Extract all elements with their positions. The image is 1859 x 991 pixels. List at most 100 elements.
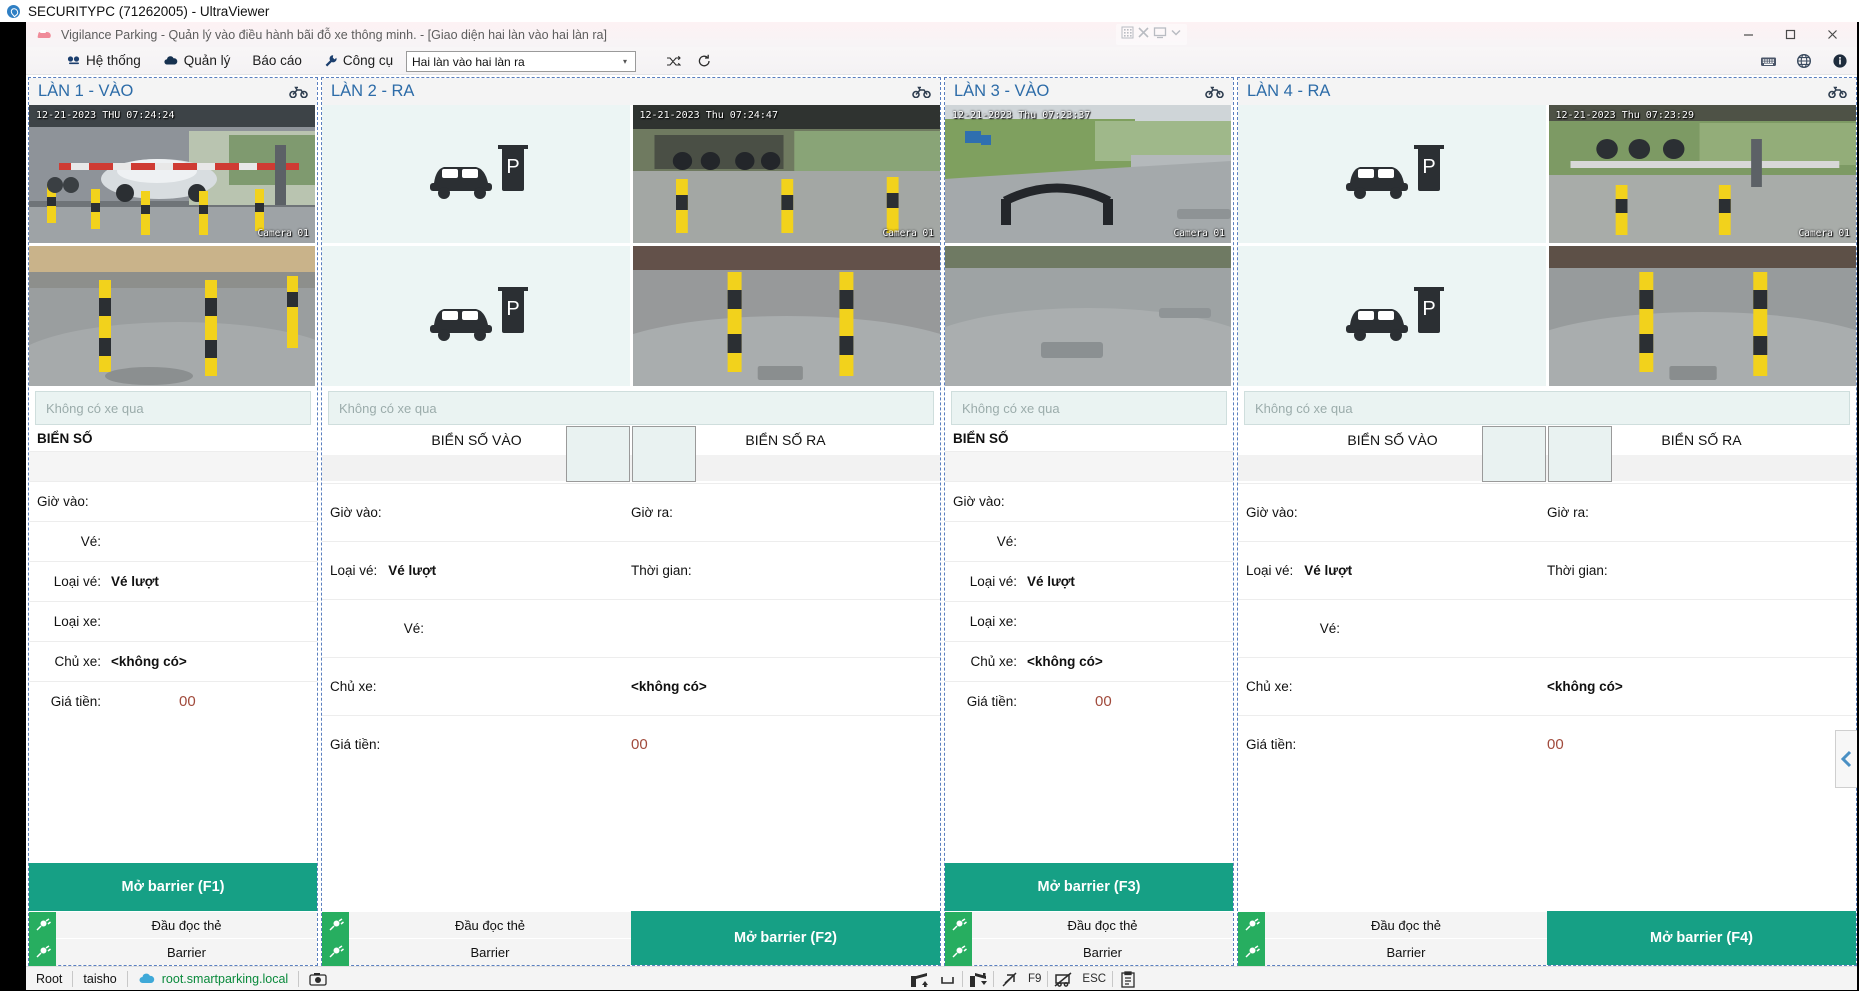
fullscreen-icon[interactable] [1137,26,1150,44]
plug-icon [29,912,56,939]
lane-3-plate-placeholder[interactable]: Không có xe qua [951,391,1227,425]
lane-3-devices: Đầu đọc thẻ Barrier [945,911,1233,965]
lane-2-open-barrier-button[interactable]: Mở barrier (F2) [631,911,940,965]
camera-3-bottom[interactable] [945,246,1231,386]
plug-icon [945,912,972,939]
camera-1-label: Camera 01 [258,228,309,239]
lane-1-plate-placeholder[interactable]: Không có xe qua [35,391,311,425]
report-clipboard-icon[interactable] [1115,967,1141,991]
lane-4-card-reader-row[interactable]: Đầu đọc thẻ [1238,911,1547,938]
lane-2-plate-thumb-out[interactable] [632,426,696,482]
motorcycle-icon[interactable] [1205,85,1224,98]
barrier-open-icon[interactable] [906,967,932,991]
lane-1-barrier-row[interactable]: Barrier [29,938,317,965]
menu-bao-cao[interactable]: Báo cáo [241,47,313,75]
lane-3-time-in-row: Giờ vào: [945,481,1233,521]
lane-4-price-value: 00 [1547,736,1564,753]
lane-3-plate-value-row[interactable] [945,451,1233,481]
lane-4-open-barrier-button[interactable]: Mở barrier (F4) [1547,911,1856,965]
shuffle-icon[interactable] [662,50,684,72]
camera-3-top[interactable]: 12-21-2023 Thu 07:23:37 Camera 01 [945,105,1231,243]
camera-1-top[interactable]: 12-21-2023 THU 07:24:24 Camera 01 [29,105,315,243]
lane-4-plate-placeholder[interactable]: Không có xe qua [1244,391,1850,425]
camera-4-right-bottom[interactable] [1549,246,1857,386]
cloud-icon [138,972,156,985]
lane-3-card-reader-row[interactable]: Đầu đọc thẻ [945,911,1233,938]
lane-1-card-reader-row[interactable]: Đầu đọc thẻ [29,911,317,938]
collapse-panel-tab[interactable] [1835,730,1857,788]
menu-quan-ly[interactable]: Quản lý [152,47,242,75]
lane-4-devices: Đầu đọc thẻ Barrier [1238,911,1547,965]
keypad-icon[interactable] [1121,26,1134,44]
app-window-buttons[interactable] [1727,22,1853,47]
menu-he-thong[interactable]: Hệ thống [56,47,152,75]
camera-1-bottom[interactable] [29,246,315,386]
camera-3-timestamp: 12-21-2023 Thu 07:23:37 [952,110,1090,121]
lane-4-time-row: Giờ vào: Giờ ra: [1238,483,1856,541]
monitor-icon[interactable] [1153,26,1167,44]
menu-cong-cu-label: Công cụ [343,53,393,68]
chevron-down-icon[interactable] [1170,26,1182,44]
camera-4-left-bottom[interactable]: P [1238,246,1546,386]
lane-3-price-label: Giá tiền: [945,694,1023,709]
lane-1-owner-row: Chủ xe: <không có> [29,641,317,681]
close-button[interactable] [1811,22,1853,47]
camera-2-left-top[interactable]: P [322,105,630,243]
lane-3-barrier-row[interactable]: Barrier [945,938,1233,965]
refresh-icon[interactable] [693,50,715,72]
lane-4-duration-label: Thời gian: [1547,563,1614,578]
barrier-close-icon[interactable] [965,967,991,991]
lane-1: LÀN 1 - VÀO [28,77,318,966]
menubar-right-icons[interactable] [1757,50,1851,72]
lane-3-open-barrier-button[interactable]: Mở barrier (F3) [945,863,1233,911]
no-vehicle-icon[interactable] [1050,967,1076,991]
lane-4-barrier-row[interactable]: Barrier [1238,938,1547,965]
menu-cong-cu[interactable]: Công cụ [313,47,404,75]
statusbar: Root taisho root.smartparking.local [26,966,1857,990]
lane-4-header: LÀN 4 - RA [1238,78,1856,105]
svg-text:P: P [1422,156,1435,178]
lane-4-plate-thumb-out[interactable] [1548,426,1612,482]
no-ticket-icon[interactable] [996,967,1022,991]
motorcycle-icon[interactable] [289,85,308,98]
ultraviewer-mini-toolbar[interactable] [1116,24,1187,45]
lane-4-plate-thumb-in[interactable] [1482,426,1546,482]
minimize-button[interactable] [1727,22,1769,47]
statusbar-camera-button[interactable] [299,967,337,991]
lane-1-plate-value-row[interactable] [29,451,317,481]
camera-2-right-bottom[interactable] [633,246,941,386]
lane-1-barrier-label: Barrier [56,945,317,960]
interface-mode-select[interactable]: Hai làn vào hai làn ra ▾ [406,51,636,72]
camera-4-left-top[interactable]: P [1238,105,1546,243]
globe-icon[interactable] [1793,50,1815,72]
chevron-down-icon[interactable]: ▾ [616,52,634,71]
info-icon[interactable] [1829,50,1851,72]
motorcycle-icon[interactable] [1828,85,1847,98]
lane-4-price-label: Giá tiền: [1238,737,1302,752]
camera-2-left-bottom[interactable]: P [322,246,630,386]
camera-placeholder-icon: P [1238,246,1546,386]
lane-2-plate-placeholder[interactable]: Không có xe qua [328,391,934,425]
lane-2-card-reader-row[interactable]: Đầu đọc thẻ [322,911,631,938]
divider [1112,971,1113,987]
lane-1-plate-header-row: BIỂN SỐ [29,425,317,451]
lane-1-owner-value: <không có> [111,654,187,669]
lane-4-owner-cell: Chủ xe: [1238,679,1547,694]
loop-icon[interactable] [934,967,960,991]
statusbar-host[interactable]: root.smartparking.local [128,967,298,991]
camera-4-right-top[interactable]: 12-21-2023 Thu 07:23:29 Camera 01 [1549,105,1857,243]
lane-2-owner-label: Chủ xe: [322,679,383,694]
plug-icon [322,912,349,939]
lane-2-price-value: 00 [631,736,648,753]
lane-1-open-barrier-button[interactable]: Mở barrier (F1) [29,863,317,911]
lane-1-price-label: Giá tiền: [29,694,107,709]
lane-2-camera-row-top: P [322,105,940,243]
statusbar-tools[interactable]: F9 ESC [906,967,1141,991]
lane-2-plate-thumb-in[interactable] [566,426,630,482]
lane-3-ticket-type-value: Vé lượt [1027,574,1075,589]
keyboard-icon[interactable] [1757,50,1779,72]
camera-2-right-top[interactable]: 12-21-2023 Thu 07:24:47 Camera 01 [633,105,941,243]
maximize-button[interactable] [1769,22,1811,47]
motorcycle-icon[interactable] [912,85,931,98]
lane-2-barrier-row[interactable]: Barrier [322,938,631,965]
